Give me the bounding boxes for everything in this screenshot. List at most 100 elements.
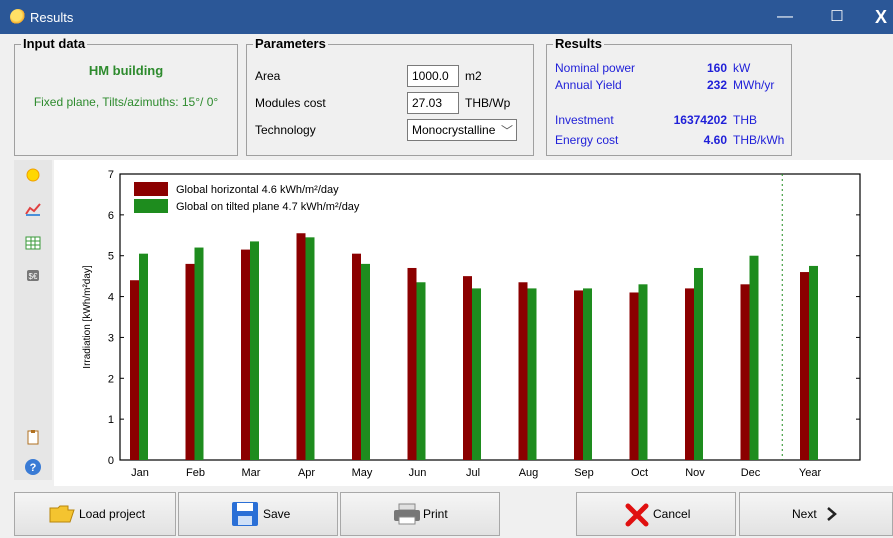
bar-tilted bbox=[194, 247, 204, 460]
sun-icon[interactable] bbox=[24, 166, 42, 184]
chart-area: 0 1 2 3 4 5 6 7 Irradiation [kWh/m²day] Jan Feb Mar… bbox=[54, 160, 893, 486]
area-field[interactable]: 1000.0 bbox=[407, 65, 459, 87]
money-icon[interactable]: $€ bbox=[24, 266, 42, 284]
save-button[interactable]: Save bbox=[178, 492, 338, 536]
y-tick-label: 5 bbox=[108, 251, 114, 263]
y-tick-label: 2 bbox=[108, 373, 114, 385]
printer-icon bbox=[394, 503, 420, 525]
annual-yield-unit: MWh/yr bbox=[733, 78, 775, 92]
legend-swatch bbox=[134, 182, 168, 196]
x-tick-label: May bbox=[352, 467, 373, 479]
results-group: Results Nominal power 160 kW Annual Yiel… bbox=[546, 36, 792, 156]
bar-horizontal bbox=[352, 253, 361, 460]
x-tick-label: Nov bbox=[685, 467, 705, 479]
table-icon[interactable] bbox=[24, 234, 42, 252]
chevron-right-icon bbox=[827, 507, 837, 521]
window-title: Results bbox=[30, 10, 74, 25]
investment-label: Investment bbox=[555, 113, 614, 127]
modules-cost-field[interactable]: 27.03 bbox=[407, 92, 459, 114]
area-label: Area bbox=[255, 69, 281, 83]
x-tick-label: Dec bbox=[741, 467, 761, 479]
save-label: Save bbox=[263, 507, 291, 521]
print-label: Print bbox=[423, 507, 448, 521]
clipboard-icon[interactable] bbox=[24, 428, 42, 446]
cancel-label: Cancel bbox=[653, 507, 691, 521]
save-icon bbox=[232, 502, 258, 526]
annual-yield-value: 232 bbox=[706, 78, 727, 92]
area-unit: m2 bbox=[465, 69, 482, 83]
folder-icon bbox=[49, 505, 75, 523]
y-tick-label: 3 bbox=[108, 332, 114, 344]
bar-horizontal bbox=[800, 272, 809, 460]
bar-horizontal bbox=[185, 263, 195, 460]
energy-cost-unit: THB/kWh bbox=[733, 133, 785, 147]
close-button[interactable]: X bbox=[858, 0, 893, 34]
nominal-power-label: Nominal power bbox=[555, 61, 636, 75]
bar-horizontal bbox=[629, 292, 639, 460]
bar-horizontal bbox=[740, 284, 750, 460]
minimize-button[interactable]: — bbox=[762, 0, 808, 34]
svg-text:$€: $€ bbox=[29, 272, 38, 281]
chart-icon[interactable] bbox=[24, 200, 42, 218]
y-tick-label: 0 bbox=[108, 455, 114, 467]
irradiation-chart: 0 1 2 3 4 5 6 7 Irradiation [kWh/m²day] Jan Feb Mar… bbox=[82, 169, 861, 479]
technology-select[interactable]: Monocrystalline ﹀ bbox=[407, 119, 517, 141]
print-button[interactable]: Print bbox=[340, 492, 500, 536]
next-label: Next bbox=[792, 507, 817, 521]
energy-cost-value: 4.60 bbox=[703, 133, 727, 147]
y-axis-label: Irradiation [kWh/m²day] bbox=[82, 265, 93, 369]
input-data-group: Input data HM building Fixed plane, Tilt… bbox=[14, 36, 238, 156]
help-icon[interactable]: ? bbox=[24, 458, 42, 476]
x-tick-label: Year bbox=[799, 467, 822, 479]
x-tick-label: Aug bbox=[519, 467, 539, 479]
cancel-button[interactable]: Cancel bbox=[576, 492, 736, 536]
x-tick-label: Mar bbox=[242, 467, 261, 479]
side-toolbar: $€ ? bbox=[14, 160, 52, 480]
parameters-group: Parameters Area 1000.0 m2 Modules cost 2… bbox=[246, 36, 534, 156]
technology-label: Technology bbox=[255, 123, 316, 137]
nominal-power-value: 160 bbox=[706, 61, 727, 75]
building-name: HM building bbox=[88, 63, 164, 78]
bar-tilted bbox=[638, 284, 648, 460]
bar-tilted bbox=[250, 241, 259, 460]
annual-yield-label: Annual Yield bbox=[555, 78, 622, 92]
bar-tilted bbox=[472, 288, 481, 460]
bar-tilted bbox=[361, 263, 370, 460]
bar-horizontal bbox=[574, 290, 583, 460]
maximize-button[interactable]: ☐ bbox=[814, 0, 860, 34]
legend-label: Global horizontal 4.6 kWh/m²/day bbox=[176, 184, 339, 196]
bar-horizontal bbox=[685, 288, 694, 460]
x-tick-label: Oct bbox=[631, 467, 648, 479]
bar-tilted bbox=[416, 282, 426, 460]
bar-tilted bbox=[527, 288, 537, 460]
bar-horizontal bbox=[130, 280, 139, 460]
bar-tilted bbox=[749, 255, 759, 460]
results-title: Results bbox=[553, 36, 604, 51]
y-tick-label: 1 bbox=[108, 414, 114, 426]
legend-label: Global on tilted plane 4.7 kWh/m²/day bbox=[176, 201, 360, 213]
bar-horizontal bbox=[463, 276, 472, 460]
x-tick-label: Feb bbox=[186, 467, 205, 479]
nominal-power-unit: kW bbox=[733, 61, 751, 75]
plane-description: Fixed plane, Tilts/azimuths: 15°/ 0° bbox=[33, 95, 219, 109]
chevron-down-icon: ﹀ bbox=[500, 124, 513, 138]
x-tick-label: Jun bbox=[409, 467, 427, 479]
energy-cost-label: Energy cost bbox=[555, 133, 619, 147]
investment-unit: THB bbox=[733, 113, 757, 127]
bar-horizontal bbox=[241, 249, 250, 460]
bar-tilted bbox=[305, 237, 315, 460]
bar-tilted bbox=[694, 267, 703, 460]
technology-value: Monocrystalline bbox=[412, 123, 496, 137]
load-project-button[interactable]: Load project bbox=[14, 492, 176, 536]
app-icon bbox=[10, 9, 26, 25]
next-button[interactable]: Next bbox=[739, 492, 893, 536]
input-data-title: Input data bbox=[21, 36, 88, 51]
y-tick-label: 4 bbox=[108, 292, 114, 304]
bar-horizontal bbox=[296, 233, 306, 460]
button-bar: Load project Save Print Cancel Next bbox=[0, 490, 893, 538]
bar-tilted bbox=[583, 288, 592, 460]
legend-swatch bbox=[134, 199, 168, 213]
bar-horizontal bbox=[407, 267, 417, 460]
parameters-title: Parameters bbox=[253, 36, 328, 51]
bar-tilted bbox=[139, 253, 148, 460]
